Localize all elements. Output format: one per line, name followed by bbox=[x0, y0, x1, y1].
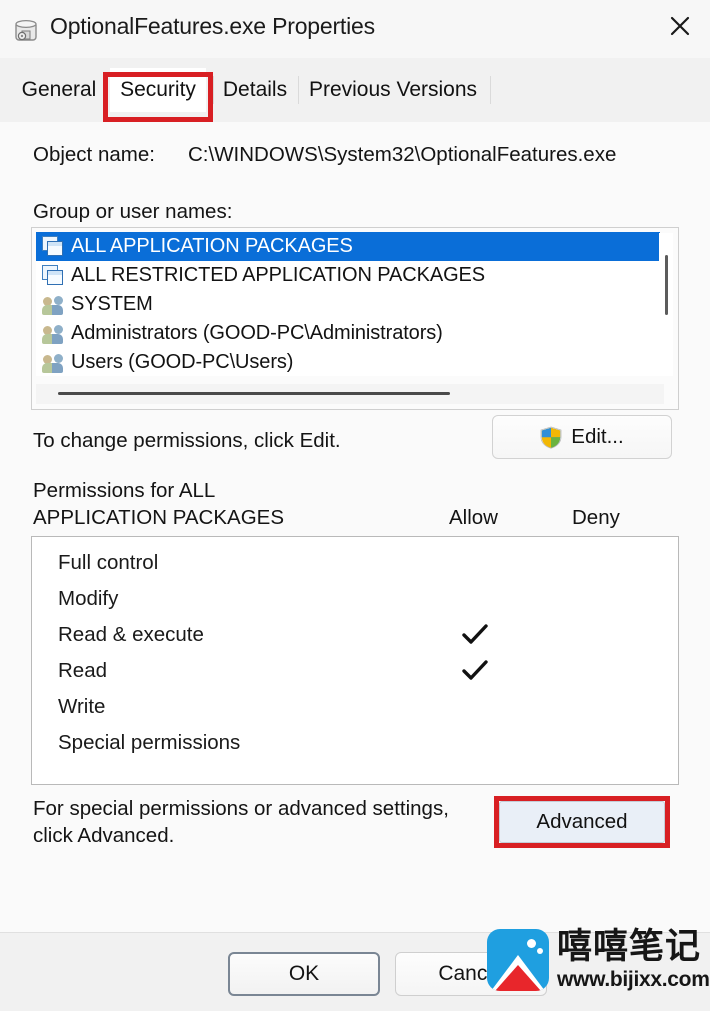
watermark-brand: 嘻嘻笔记 bbox=[557, 927, 702, 967]
group-icon bbox=[42, 294, 64, 315]
permission-label: Full control bbox=[58, 551, 159, 574]
allow-checkmark[interactable] bbox=[460, 623, 490, 647]
list-item[interactable]: Users (GOOD-PC\Users) bbox=[36, 348, 660, 376]
tab-label: Details bbox=[222, 78, 288, 101]
permissions-for-line2: APPLICATION PACKAGES bbox=[33, 506, 285, 529]
tab-divider bbox=[213, 76, 214, 104]
permission-label: Read bbox=[58, 659, 108, 682]
tab-strip: General Security Details Previous Versio… bbox=[0, 58, 710, 123]
ok-button-label: OK bbox=[288, 962, 320, 985]
list-item[interactable]: SYSTEM bbox=[36, 290, 660, 319]
uac-shield-icon bbox=[540, 426, 562, 449]
tab-label: General bbox=[21, 78, 97, 101]
permission-label: Special permissions bbox=[58, 731, 241, 754]
tab-divider bbox=[298, 76, 299, 104]
table-row[interactable]: Full control bbox=[32, 545, 678, 581]
group-icon bbox=[42, 352, 64, 373]
list-item[interactable]: ALL APPLICATION PACKAGES bbox=[36, 232, 660, 261]
advanced-button-label: Advanced bbox=[536, 810, 628, 833]
list-item-label: SYSTEM bbox=[71, 293, 153, 315]
window-title: OptionalFeatures.exe Properties bbox=[50, 13, 375, 39]
edit-hint-text: To change permissions, click Edit. bbox=[33, 429, 341, 452]
advanced-button[interactable]: Advanced bbox=[499, 801, 665, 843]
table-row[interactable]: Write bbox=[32, 689, 678, 725]
permissions-list[interactable]: Full control Modify Read & execute Read bbox=[31, 536, 679, 785]
list-item-label: ALL APPLICATION PACKAGES bbox=[71, 235, 353, 257]
list-item[interactable]: Administrators (GOOD-PC\Administrators) bbox=[36, 319, 660, 348]
tab-details: Details bbox=[216, 68, 294, 112]
tab-general: General bbox=[16, 68, 102, 112]
watermark-text: 嘻嘻笔记 www.bijixx.com bbox=[557, 927, 710, 991]
ok-button[interactable]: OK bbox=[228, 952, 380, 996]
list-item-label: Administrators (GOOD-PC\Administrators) bbox=[71, 322, 443, 344]
vertical-scrollbar[interactable] bbox=[659, 233, 673, 376]
table-row[interactable]: Special permissions bbox=[32, 725, 678, 761]
package-icon bbox=[42, 236, 64, 257]
watermark-url: www.bijixx.com bbox=[557, 968, 710, 991]
title-bar: OptionalFeatures.exe Properties bbox=[0, 0, 710, 59]
list-item-label: Users (GOOD-PC\Users) bbox=[71, 351, 294, 373]
permission-label: Write bbox=[58, 695, 106, 718]
user-list-viewport: ALL APPLICATION PACKAGES ALL RESTRICTED … bbox=[36, 232, 660, 376]
table-row[interactable]: Read & execute bbox=[32, 617, 678, 653]
group-icon bbox=[42, 323, 64, 344]
horizontal-scrollbar[interactable] bbox=[36, 384, 664, 404]
edit-button-label: Edit... bbox=[571, 425, 624, 448]
permission-label: Modify bbox=[58, 587, 119, 610]
tab-label: Previous Versions bbox=[308, 78, 478, 101]
vertical-scrollbar-thumb[interactable] bbox=[665, 255, 668, 315]
advanced-hint-line1: For special permissions or advanced sett… bbox=[33, 797, 449, 820]
edit-button[interactable]: Edit... bbox=[492, 415, 672, 459]
advanced-hint-line2: click Advanced. bbox=[33, 824, 175, 847]
watermark-logo-icon bbox=[487, 929, 549, 991]
allow-column-header: Allow bbox=[449, 506, 498, 529]
package-icon bbox=[42, 265, 64, 286]
tab-label: Security bbox=[120, 78, 196, 101]
horizontal-scrollbar-thumb[interactable] bbox=[58, 392, 450, 395]
close-icon[interactable] bbox=[658, 6, 702, 46]
table-row[interactable]: Read bbox=[32, 653, 678, 689]
security-tab-panel: Object name: C:\WINDOWS\System32\Optiona… bbox=[0, 122, 710, 932]
table-row[interactable]: Modify bbox=[32, 581, 678, 617]
tab-security: Security bbox=[110, 68, 206, 112]
group-or-user-names-list[interactable]: ALL APPLICATION PACKAGES ALL RESTRICTED … bbox=[31, 227, 679, 410]
properties-dialog: OptionalFeatures.exe Properties General … bbox=[0, 0, 710, 1011]
tab-divider bbox=[490, 76, 491, 104]
permission-label: Read & execute bbox=[58, 623, 204, 646]
tab-previous-versions: Previous Versions bbox=[302, 68, 484, 112]
object-name-label: Object name: bbox=[33, 143, 155, 166]
deny-column-header: Deny bbox=[572, 506, 620, 529]
allow-checkmark[interactable] bbox=[460, 659, 490, 683]
list-item[interactable]: ALL RESTRICTED APPLICATION PACKAGES bbox=[36, 261, 660, 290]
object-name-value: C:\WINDOWS\System32\OptionalFeatures.exe bbox=[188, 143, 617, 166]
watermark: 嘻嘻笔记 www.bijixx.com bbox=[487, 921, 710, 999]
permissions-for-line1: Permissions for ALL bbox=[33, 479, 216, 502]
list-item-label: ALL RESTRICTED APPLICATION PACKAGES bbox=[71, 264, 486, 286]
group-or-user-names-label: Group or user names: bbox=[33, 200, 233, 223]
windows-features-icon bbox=[12, 14, 42, 44]
